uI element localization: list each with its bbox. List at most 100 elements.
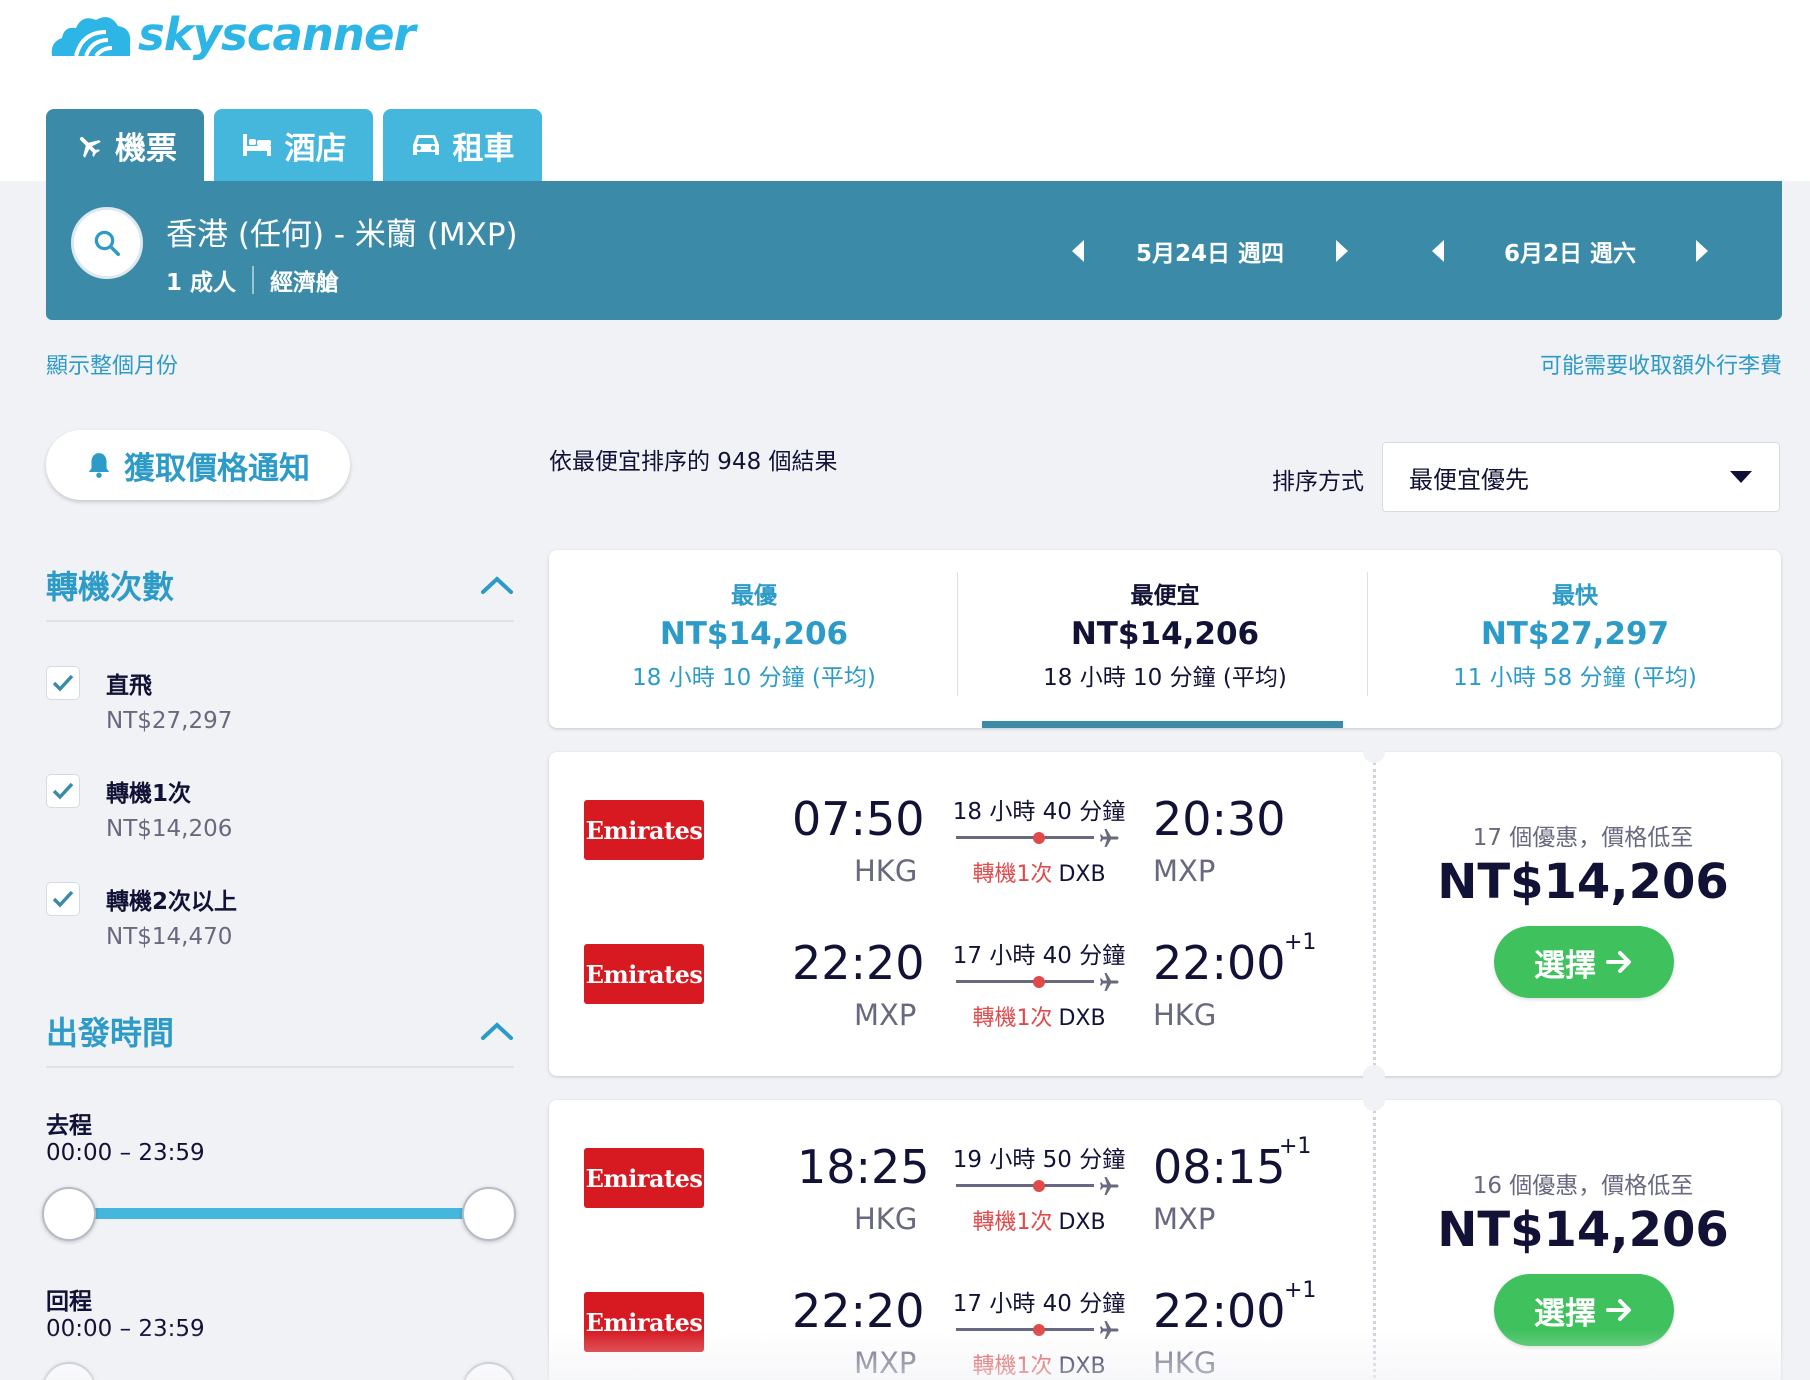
summary-tab-cheapest[interactable]: 最便宜 NT$14,206 18 小時 10 分鐘 (平均)	[960, 550, 1370, 728]
return-next-day-button[interactable]	[1690, 239, 1714, 263]
summary-duration: 18 小時 10 分鐘 (平均)	[632, 665, 876, 691]
itinerary-price: NT$14,206	[1437, 854, 1729, 910]
arrive-time: 22:00	[1153, 936, 1286, 990]
checkmark-icon	[52, 674, 74, 692]
caret-left-icon	[1072, 239, 1084, 262]
search-summary-bar: 香港 (任何) - 米蘭 (MXP) 1 成人 經濟艙 5月24日 週四 6月2…	[46, 181, 1782, 320]
departure-time-filter-header[interactable]: 出發時間	[46, 1008, 514, 1054]
checkbox[interactable]	[46, 666, 80, 700]
outbound-slider-max-handle[interactable]	[462, 1187, 516, 1241]
outbound-time-range: 00:00 – 23:59	[46, 1140, 205, 1166]
tab-flights-label: 機票	[115, 130, 177, 167]
outbound-slider-track[interactable]	[70, 1208, 490, 1219]
route-text[interactable]: 香港 (任何) - 米蘭 (MXP)	[166, 209, 518, 254]
checkbox[interactable]	[46, 882, 80, 916]
depart-next-day-button[interactable]	[1330, 239, 1354, 263]
depart-date[interactable]: 5月24日 週四	[1090, 234, 1330, 268]
outbound-label: 去程	[46, 1113, 92, 1139]
select-button-label: 選擇	[1534, 947, 1596, 984]
car-icon	[412, 135, 439, 155]
results-count: 依最便宜排序的 948 個結果	[549, 449, 838, 475]
depart-date-nav: 5月24日 週四	[1066, 181, 1354, 320]
summary-title: 最快	[1552, 583, 1598, 609]
arrive-airport: HKG	[1153, 1346, 1217, 1380]
checkmark-icon	[52, 890, 74, 908]
summary-tab-fastest[interactable]: 最快 NT$27,297 11 小時 58 分鐘 (平均)	[1370, 550, 1780, 728]
stops-info: 轉機1次 DXB	[949, 1348, 1129, 1380]
tab-hotels[interactable]: 酒店	[214, 109, 373, 181]
price-alert-label: 獲取價格通知	[124, 450, 310, 487]
chevron-up-icon	[481, 1022, 513, 1040]
itinerary-card[interactable]: Emirates 07:50 HKG 18 小時 40 分鐘 轉機1次 DXB 2…	[549, 741, 1781, 1087]
select-button[interactable]: 選擇	[1494, 926, 1674, 998]
stopover-airport: DXB	[1058, 1006, 1106, 1031]
sort-label: 排序方式	[1272, 469, 1364, 495]
stops-option-price: NT$14,206	[106, 816, 233, 842]
arrive-airport: HKG	[1153, 998, 1217, 1032]
summary-price: NT$27,297	[1480, 616, 1670, 652]
sort-dropdown[interactable]: 最便宜優先	[1382, 442, 1780, 512]
stops-count: 轉機1次	[972, 862, 1053, 887]
return-date[interactable]: 6月2日 週六	[1450, 234, 1690, 268]
divider	[1367, 572, 1368, 696]
price-alert-button[interactable]: 獲取價格通知	[46, 430, 350, 500]
return-prev-day-button[interactable]	[1426, 239, 1450, 263]
stops-option-price: NT$14,470	[106, 924, 233, 950]
show-whole-month-link[interactable]: 顯示整個月份	[46, 348, 178, 380]
inbound-label: 回程	[46, 1289, 92, 1315]
stops-filter-header[interactable]: 轉機次數	[46, 562, 514, 608]
arrive-airport: MXP	[1153, 1202, 1216, 1236]
caret-left-icon	[1432, 239, 1444, 262]
stops-count: 轉機1次	[972, 1354, 1053, 1379]
leg-duration: 19 小時 50 分鐘	[952, 1147, 1126, 1173]
depart-prev-day-button[interactable]	[1066, 239, 1090, 263]
arrive-time: 22:00	[1153, 1284, 1286, 1338]
baggage-fees-link[interactable]: 可能需要收取額外行李費	[1540, 348, 1782, 380]
select-button[interactable]: 選擇	[1494, 1274, 1674, 1346]
depart-time: 22:20	[792, 936, 925, 990]
outbound-leg: Emirates 07:50 HKG 18 小時 40 分鐘 轉機1次 DXB 2…	[549, 752, 1369, 896]
edit-search-button[interactable]	[71, 207, 143, 279]
return-date-nav: 6月2日 週六	[1426, 181, 1714, 320]
arrive-airport: MXP	[1153, 854, 1216, 888]
summary-price: NT$14,206	[1070, 616, 1260, 652]
airline-logo: Emirates	[584, 1292, 704, 1352]
leg-line	[956, 1184, 1094, 1187]
itinerary-card[interactable]: Emirates 18:25 HKG 19 小時 50 分鐘 轉機1次 DXB 0…	[549, 1089, 1781, 1380]
depart-airport: MXP	[854, 998, 917, 1032]
tab-car-hire-label: 租車	[452, 130, 515, 167]
passenger-cabin[interactable]: 1 成人 經濟艙	[166, 263, 339, 297]
skyscanner-logo[interactable]: skyscanner	[46, 4, 416, 64]
tab-flights[interactable]: 機票	[46, 109, 204, 181]
price-panel: 17 個優惠，價格低至 NT$14,206 選擇	[1385, 752, 1781, 1076]
stops-count: 轉機1次	[972, 1210, 1053, 1235]
arrow-right-icon	[1606, 951, 1631, 973]
sort-selected-value: 最便宜優先	[1409, 465, 1529, 494]
divider	[46, 1066, 514, 1068]
outbound-slider-min-handle[interactable]	[42, 1187, 96, 1241]
itinerary-price: NT$14,206	[1437, 1202, 1729, 1258]
tab-car-hire[interactable]: 租車	[383, 109, 542, 181]
plane-icon	[1100, 973, 1119, 991]
inbound-slider-min-handle[interactable]	[42, 1362, 96, 1380]
stops-info: 轉機1次 DXB	[949, 1204, 1129, 1236]
day-offset: +1	[1284, 1278, 1317, 1303]
tab-hotels-label: 酒店	[284, 130, 347, 167]
outbound-leg: Emirates 18:25 HKG 19 小時 50 分鐘 轉機1次 DXB 0…	[549, 1100, 1369, 1244]
cabin-class: 經濟艙	[270, 270, 340, 296]
airline-logo: Emirates	[584, 1148, 704, 1208]
plane-icon	[1100, 829, 1119, 847]
stopover-airport: DXB	[1058, 862, 1106, 887]
passenger-count: 1 成人	[166, 270, 237, 296]
summary-title: 最優	[731, 583, 777, 609]
leg-line	[956, 1328, 1094, 1331]
depart-time: 07:50	[792, 792, 925, 846]
leg-duration: 18 小時 40 分鐘	[952, 799, 1126, 825]
checkbox[interactable]	[46, 774, 80, 808]
inbound-slider-max-handle[interactable]	[462, 1362, 516, 1380]
stops-option-label: 直飛	[106, 673, 152, 699]
summary-duration: 18 小時 10 分鐘 (平均)	[1043, 665, 1287, 691]
ticket-notch	[1363, 1065, 1385, 1087]
summary-tab-best[interactable]: 最優 NT$14,206 18 小時 10 分鐘 (平均)	[549, 550, 959, 728]
stops-option-label: 轉機2次以上	[106, 889, 238, 915]
